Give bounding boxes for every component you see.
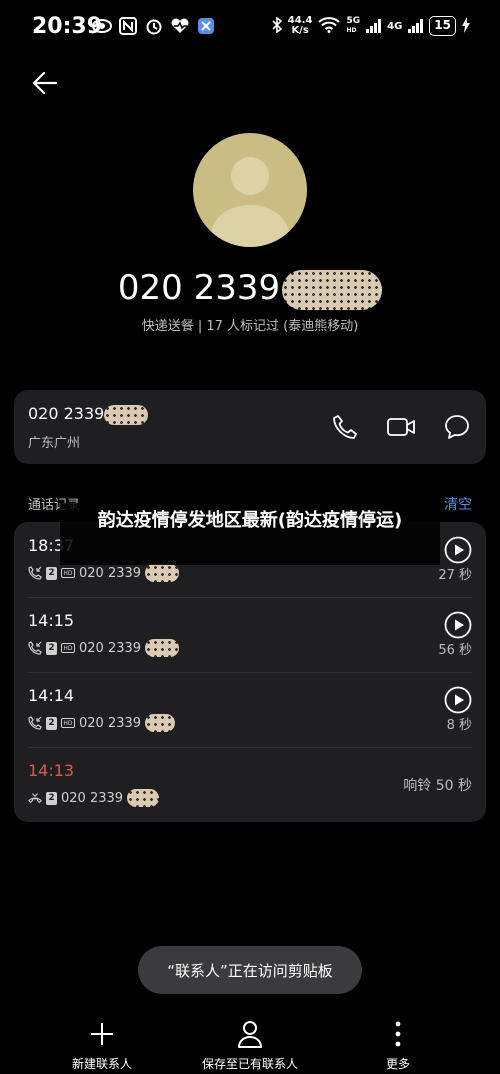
call-log-row[interactable]: 14:14 2 HD 020 2339 8 秒 — [14, 672, 486, 747]
incoming-call-icon — [28, 641, 42, 655]
contact-number-text: 020 2339 — [117, 268, 281, 308]
redacted-digits — [282, 269, 383, 310]
call-meta: 2 HD 020 2339 — [28, 564, 180, 582]
save-to-existing-button[interactable]: 保存至已有联系人 — [180, 1020, 320, 1072]
app-notification-icon — [196, 16, 216, 36]
bottom-bar: 新建联系人 保存至已有联系人 更多 — [0, 1020, 500, 1074]
back-button[interactable] — [30, 68, 60, 98]
video-call-button[interactable] — [386, 412, 416, 442]
hd-icon: HD — [61, 718, 75, 728]
redacted-digits — [145, 564, 180, 582]
sim-badge: 2 — [46, 716, 57, 730]
play-circle-icon — [444, 536, 472, 564]
incoming-call-icon — [28, 716, 42, 730]
more-label: 更多 — [385, 1057, 410, 1071]
call-log-row-missed[interactable]: 14:13 2 020 2339 响铃 50 秒 — [14, 747, 486, 822]
number-card-location: 广东广州 — [28, 436, 81, 451]
play-recording-button[interactable] — [444, 686, 472, 714]
sim-badge: 2 — [46, 641, 57, 655]
avatar-body — [211, 205, 289, 247]
number-card-number-text: 020 2339 — [28, 404, 105, 423]
contact-avatar — [193, 133, 307, 247]
bluetooth-icon — [272, 15, 282, 36]
call-meta: 2 HD 020 2339 — [28, 639, 180, 657]
eye-icon — [92, 16, 112, 36]
signal-hd-text: HD — [346, 27, 357, 34]
call-duration: 8 秒 — [446, 718, 472, 733]
call-meta: 2 020 2339 — [28, 789, 160, 807]
ring-duration: 响铃 50 秒 — [403, 778, 472, 794]
call-duration: 27 秒 — [438, 568, 472, 583]
new-contact-button[interactable]: 新建联系人 — [32, 1020, 172, 1072]
plus-icon — [88, 1020, 116, 1048]
signal-bars-icon — [366, 19, 382, 33]
new-contact-label: 新建联系人 — [71, 1057, 132, 1071]
save-to-existing-label: 保存至已有联系人 — [201, 1057, 298, 1071]
message-icon — [445, 415, 469, 439]
status-bar: 20:39 44.4 K/s 5G HD 4G 15 — [0, 0, 500, 56]
call-time: 14:15 — [28, 611, 75, 630]
heart-pulse-icon — [170, 16, 190, 36]
nfc-icon — [118, 16, 138, 36]
call-log-card: 18:37 2 HD 020 2339 27 秒 14:15 2 HD 020 … — [14, 522, 486, 822]
play-recording-button[interactable] — [444, 611, 472, 639]
arrow-left-icon — [32, 71, 58, 95]
status-left-icons — [92, 16, 216, 36]
redacted-digits — [127, 789, 160, 807]
call-button[interactable] — [330, 412, 360, 442]
network-speed: 44.4 K/s — [288, 16, 313, 36]
number-card: 020 2339 广东广州 — [14, 390, 486, 464]
call-time: 14:13 — [28, 761, 75, 780]
call-duration: 56 秒 — [438, 643, 472, 658]
call-number: 020 2339 — [61, 790, 124, 806]
hd-icon: HD — [61, 643, 75, 653]
sim-badge: 2 — [46, 566, 57, 580]
phone-icon — [333, 415, 357, 439]
sim-badge: 2 — [46, 791, 57, 805]
more-vertical-icon — [384, 1020, 412, 1048]
contact-number: 020 2339 — [0, 268, 500, 310]
battery-level: 15 — [429, 16, 456, 36]
overlay-banner: 韵达疫情停发地区最新(韵达疫情停运) — [60, 503, 440, 565]
signal-5g-text: 5G — [346, 16, 361, 26]
redacted-digits — [104, 404, 149, 425]
hd-icon: HD — [61, 568, 75, 578]
call-number: 020 2339 — [79, 715, 142, 731]
redacted-digits — [145, 639, 180, 657]
call-time: 14:14 — [28, 686, 75, 705]
signal-4g-text: 4G — [387, 20, 403, 32]
charging-icon — [462, 16, 470, 36]
contact-subtitle: 快递送餐 | 17 人标记过 (泰迪熊移动) — [141, 319, 359, 334]
person-icon — [236, 1020, 264, 1048]
more-button[interactable]: 更多 — [328, 1020, 468, 1072]
incoming-call-icon — [28, 566, 42, 580]
status-right: 44.4 K/s 5G HD 4G 15 — [272, 16, 470, 36]
call-meta: 2 HD 020 2339 — [28, 714, 176, 732]
call-number: 020 2339 — [79, 640, 142, 656]
message-button[interactable] — [442, 412, 472, 442]
signal-5g-label: 5G HD — [346, 17, 360, 35]
play-circle-icon — [444, 611, 472, 639]
network-speed-unit: K/s — [291, 25, 309, 36]
alarm-icon — [144, 16, 164, 36]
wifi-icon — [318, 16, 341, 36]
signal-bars-icon-2 — [408, 19, 424, 33]
play-circle-icon — [444, 686, 472, 714]
redacted-digits — [145, 714, 176, 732]
video-icon — [387, 418, 415, 436]
play-recording-button[interactable] — [444, 536, 472, 564]
number-card-number: 020 2339 — [28, 404, 149, 425]
call-number: 020 2339 — [79, 565, 142, 581]
clear-button[interactable]: 清空 — [444, 494, 472, 514]
missed-call-icon — [28, 791, 42, 805]
clipboard-toast: “联系人”正在访问剪贴板 — [138, 946, 362, 994]
avatar-head — [231, 157, 269, 195]
call-log-row[interactable]: 14:15 2 HD 020 2339 56 秒 — [14, 597, 486, 672]
